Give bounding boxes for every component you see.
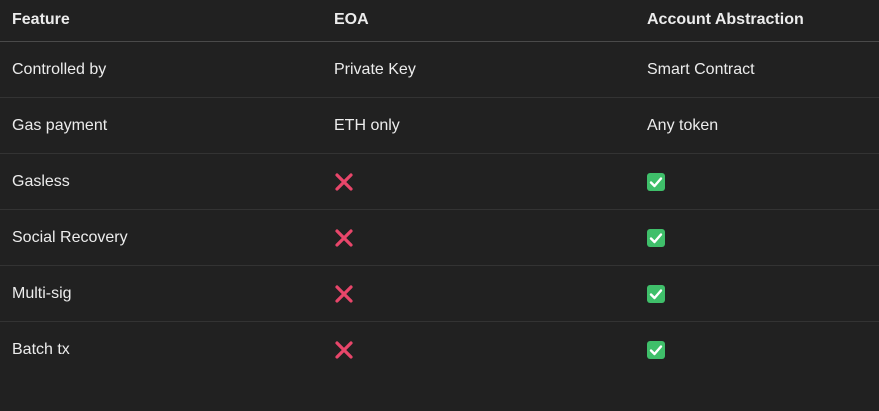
header-eoa: EOA [334, 11, 369, 28]
cross-icon [334, 228, 354, 248]
comparison-table: Feature EOA Account Abstraction Controll… [0, 0, 879, 378]
cross-icon [334, 284, 354, 304]
header-feature: Feature [12, 11, 70, 28]
feature-cell: Controlled by [12, 60, 107, 78]
aa-cell: Any token [647, 116, 719, 134]
eoa-cell: ETH only [334, 116, 400, 134]
feature-cell: Gasless [12, 172, 70, 190]
cross-icon [334, 340, 354, 360]
table-row: Batch tx [0, 322, 879, 378]
eoa-cell [334, 210, 354, 265]
feature-cell: Batch tx [12, 341, 70, 358]
table-row: Social Recovery [0, 210, 879, 266]
check-icon [647, 341, 665, 359]
aa-cell [647, 210, 665, 265]
eoa-cell [334, 154, 354, 209]
aa-cell: Smart Contract [647, 60, 755, 78]
table-row: Gas payment ETH only Any token [0, 98, 879, 154]
cross-icon [334, 172, 354, 192]
aa-cell [647, 154, 665, 209]
eoa-cell [334, 322, 354, 378]
feature-cell: Gas payment [12, 116, 108, 134]
feature-cell: Multi-sig [12, 284, 72, 302]
feature-cell: Social Recovery [12, 228, 128, 246]
table-row: Controlled by Private Key Smart Contract [0, 42, 879, 98]
eoa-cell [334, 266, 354, 321]
aa-cell [647, 266, 665, 321]
check-icon [647, 284, 665, 303]
header-account-abstraction: Account Abstraction [647, 11, 804, 28]
check-icon [647, 172, 665, 191]
table-row: Multi-sig [0, 266, 879, 322]
eoa-cell: Private Key [334, 60, 416, 78]
table-header-row: Feature EOA Account Abstraction [0, 0, 879, 42]
table-row: Gasless [0, 154, 879, 210]
check-icon [647, 228, 665, 247]
aa-cell [647, 322, 665, 378]
